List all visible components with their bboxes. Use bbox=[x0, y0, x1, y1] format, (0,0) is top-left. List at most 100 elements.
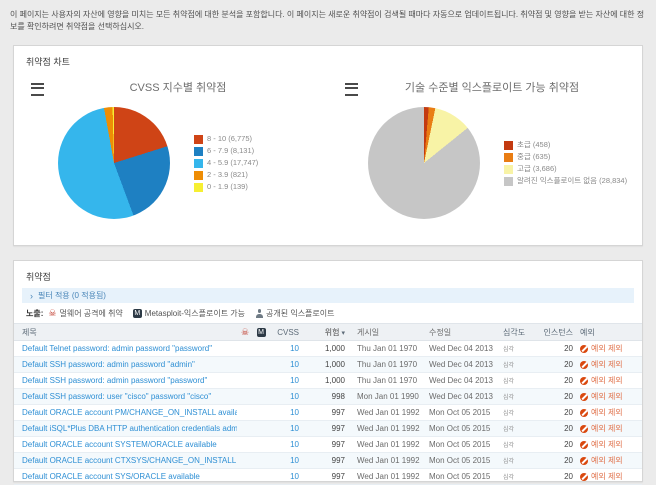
malware-icon: ☠ bbox=[48, 308, 57, 318]
exclude-action-link[interactable]: 예외 제외 bbox=[591, 407, 623, 418]
page-description: 이 페이지는 사용자의 자산에 영향을 미치는 모든 취약점에 대한 분석을 포… bbox=[10, 10, 645, 31]
instances-cell: 20 bbox=[564, 424, 573, 433]
column-header-exceptions[interactable]: 예외 bbox=[573, 327, 642, 338]
cvss-link[interactable]: 10 bbox=[290, 408, 299, 417]
modified-cell: Wed Dec 04 2013 bbox=[429, 344, 493, 353]
table-row[interactable]: Default SSH password: user "cisco" passw… bbox=[14, 389, 642, 405]
cvss-link[interactable]: 10 bbox=[290, 472, 299, 481]
cvss-link[interactable]: 10 bbox=[290, 456, 299, 465]
cvss-link[interactable]: 10 bbox=[290, 392, 299, 401]
legend-item: 8 - 10 (6,775) bbox=[194, 133, 258, 145]
exclude-action-link[interactable]: 예외 제외 bbox=[591, 391, 623, 402]
modified-cell: Mon Oct 05 2015 bbox=[429, 472, 491, 481]
exclude-action-link[interactable]: 예외 제외 bbox=[591, 439, 623, 450]
cvss-cell: 10 bbox=[269, 440, 299, 449]
column-header-cvss[interactable]: CVSS bbox=[269, 328, 299, 337]
cvss-chart-body: 8 - 10 (6,775) 6 - 7.9 (8,131) 4 - 5.9 (17… bbox=[14, 107, 328, 219]
exception-cell: 예외 제외 bbox=[573, 375, 642, 386]
filter-toggle[interactable]: › 필터 적용 (0 적용됨) bbox=[22, 288, 634, 303]
vulnerability-link[interactable]: Default iSQL*Plus DBA HTTP authenticatio… bbox=[22, 424, 237, 433]
filter-label: 필터 적용 (0 적용됨) bbox=[38, 291, 106, 300]
legend-label: 중급 (635) bbox=[517, 152, 551, 161]
exploit-pie-chart bbox=[368, 107, 480, 219]
column-header-malware[interactable]: ☠ bbox=[237, 326, 253, 337]
table-row[interactable]: Default ORACLE account CTXSYS/CHANGE_ON_… bbox=[14, 453, 642, 469]
cvss-pie-chart bbox=[58, 107, 170, 219]
cvss-link[interactable]: 10 bbox=[290, 424, 299, 433]
title-cell: Default ORACLE account SYSTEM/ORACLE ava… bbox=[14, 440, 237, 449]
exclude-icon bbox=[580, 424, 588, 433]
vulnerability-link[interactable]: Default SSH password: admin password "ad… bbox=[22, 360, 195, 369]
risk-cell: 997 bbox=[331, 472, 345, 481]
published-cell: Wed Jan 01 1992 bbox=[357, 424, 420, 433]
column-header-modified[interactable]: 수정일 bbox=[423, 327, 495, 338]
column-header-severity[interactable]: 심각도 bbox=[495, 327, 535, 338]
exclude-icon bbox=[580, 392, 588, 401]
legend-item: 중급 (635) bbox=[504, 151, 627, 163]
exclude-icon bbox=[580, 360, 588, 369]
exclude-action-link[interactable]: 예외 제외 bbox=[591, 455, 623, 466]
vulnerability-link[interactable]: Default ORACLE account CTXSYS/CHANGE_ON_… bbox=[22, 456, 237, 465]
chart-menu-icon[interactable] bbox=[345, 83, 358, 96]
legend-label: 6 - 7.9 (8,131) bbox=[207, 146, 255, 155]
legend-label: 0 - 1.9 (139) bbox=[207, 182, 248, 191]
exception-cell: 예외 제외 bbox=[573, 423, 642, 434]
table-row[interactable]: Default SSH password: admin password "pa… bbox=[14, 373, 642, 389]
exclude-action-link[interactable]: 예외 제외 bbox=[591, 343, 623, 354]
exclude-action-link[interactable]: 예외 제외 bbox=[591, 471, 623, 482]
cvss-link[interactable]: 10 bbox=[290, 440, 299, 449]
cvss-link[interactable]: 10 bbox=[290, 360, 299, 369]
table-row[interactable]: Default ORACLE account SYSTEM/ORACLE ava… bbox=[14, 437, 642, 453]
legend-swatch bbox=[504, 152, 513, 162]
legend-item: 0 - 1.9 (139) bbox=[194, 181, 258, 193]
column-header-instances[interactable]: 인스턴스 bbox=[535, 327, 573, 338]
cvss-cell: 10 bbox=[269, 344, 299, 353]
exclude-icon bbox=[580, 376, 588, 385]
vulnerability-table: 제목 ☠ CVSS 위험▾ 게시일 수정일 심각도 인스턴스 예외 Defaul… bbox=[14, 323, 642, 485]
malware-icon: ☠ bbox=[240, 326, 250, 337]
severity-cell: 심각 bbox=[495, 408, 535, 417]
exposure-metasploit-text: Metasploit-익스플로이트 가능 bbox=[144, 309, 246, 318]
vulnerability-link[interactable]: Default ORACLE account SYSTEM/ORACLE ava… bbox=[22, 440, 217, 449]
table-row[interactable]: Default iSQL*Plus DBA HTTP authenticatio… bbox=[14, 421, 642, 437]
vulnerability-link[interactable]: Default Telnet password: admin password … bbox=[22, 344, 212, 353]
cvss-cell: 10 bbox=[269, 376, 299, 385]
column-header-metasploit[interactable] bbox=[253, 327, 269, 337]
legend-swatch bbox=[194, 182, 203, 192]
table-row[interactable]: Default ORACLE account SYS/ORACLE availa… bbox=[14, 469, 642, 485]
modified-cell: Wed Dec 04 2013 bbox=[429, 376, 493, 385]
cvss-chart-title: CVSS 지수별 취약점 bbox=[129, 82, 227, 94]
cvss-link[interactable]: 10 bbox=[290, 344, 299, 353]
vulnerability-link[interactable]: Default SSH password: admin password "pa… bbox=[22, 376, 207, 385]
exclude-action-link[interactable]: 예외 제외 bbox=[591, 359, 623, 370]
legend-label: 4 - 5.9 (17,747) bbox=[207, 158, 259, 167]
table-row[interactable]: Default ORACLE account PM/CHANGE_ON_INST… bbox=[14, 405, 642, 421]
table-row[interactable]: Default SSH password: admin password "ad… bbox=[14, 357, 642, 373]
chevron-right-icon: › bbox=[30, 290, 33, 301]
vulnerability-link[interactable]: Default SSH password: user "cisco" passw… bbox=[22, 392, 211, 401]
table-row[interactable]: Default Telnet password: admin password … bbox=[14, 341, 642, 357]
legend-item: 고급 (3,686) bbox=[504, 163, 627, 175]
chart-menu-icon[interactable] bbox=[31, 83, 44, 96]
vulnerability-link[interactable]: Default ORACLE account PM/CHANGE_ON_INST… bbox=[22, 408, 237, 417]
modified-cell: Mon Oct 05 2015 bbox=[429, 440, 491, 449]
instances-cell: 20 bbox=[564, 344, 573, 353]
table-header-row: 제목 ☠ CVSS 위험▾ 게시일 수정일 심각도 인스턴스 예외 bbox=[14, 323, 642, 341]
exclude-action-link[interactable]: 예외 제외 bbox=[591, 423, 623, 434]
exposure-legend: 노출: ☠ 멀웨어 공격에 취약 Metasploit-익스플로이트 가능 공개… bbox=[14, 303, 642, 323]
exception-cell: 예외 제외 bbox=[573, 391, 642, 402]
vulnerability-charts-card: 취약점 차트 CVSS 지수별 취약점 8 - 10 (6,775) 6 - 7.… bbox=[13, 45, 643, 246]
legend-item: 초급 (458) bbox=[504, 139, 627, 151]
column-header-title[interactable]: 제목 bbox=[14, 327, 237, 338]
modified-cell: Wed Dec 04 2013 bbox=[429, 392, 493, 401]
cvss-cell: 10 bbox=[269, 360, 299, 369]
legend-swatch bbox=[504, 164, 513, 174]
column-header-risk[interactable]: 위험 ▾ bbox=[299, 327, 345, 338]
vulnerability-link[interactable]: Default ORACLE account SYS/ORACLE availa… bbox=[22, 472, 200, 481]
public-exploit-icon bbox=[255, 309, 263, 318]
published-cell: Wed Jan 01 1992 bbox=[357, 408, 420, 417]
exclude-action-link[interactable]: 예외 제외 bbox=[591, 375, 623, 386]
column-header-published[interactable]: 게시일 bbox=[345, 327, 423, 338]
cvss-link[interactable]: 10 bbox=[290, 376, 299, 385]
legend-swatch bbox=[194, 134, 203, 144]
